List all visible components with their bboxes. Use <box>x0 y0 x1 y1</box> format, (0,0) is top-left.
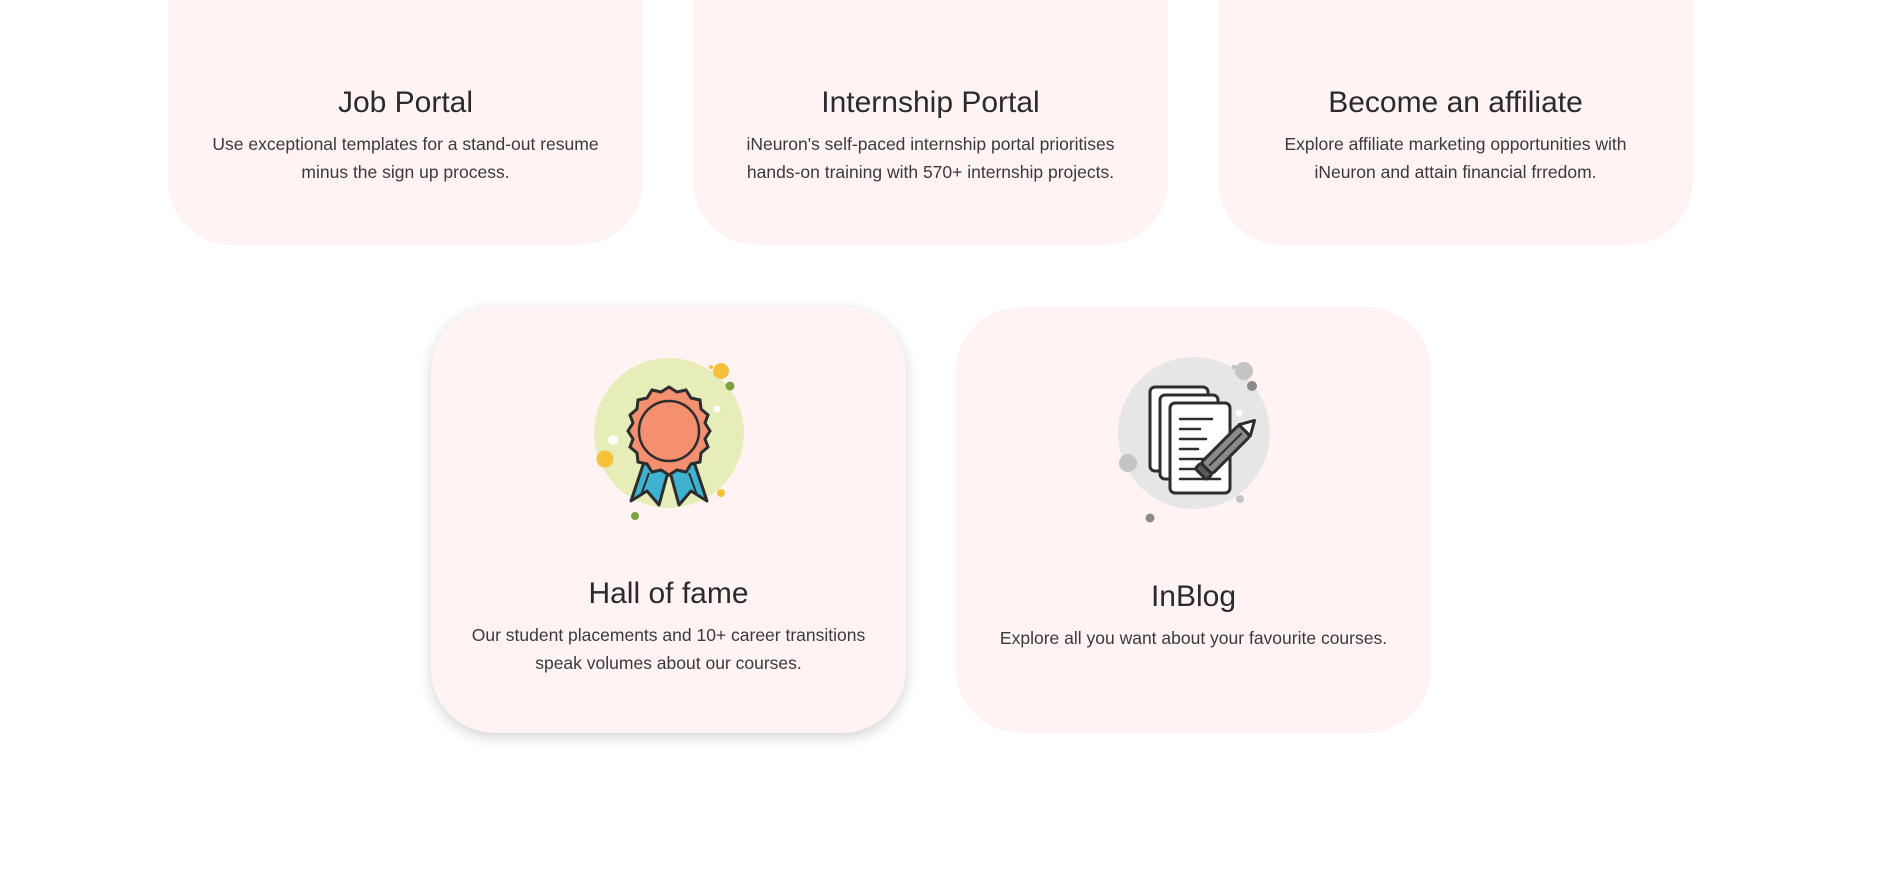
card-title: Hall of fame <box>588 577 749 610</box>
card-description: Our student placements and 10+ career tr… <box>471 625 866 673</box>
documents-pencil-icon <box>1094 353 1294 533</box>
award-ribbon-icon <box>569 353 769 533</box>
card-title: Job Portal <box>337 86 474 119</box>
card-become-affiliate[interactable]: Become an affiliate Explore affiliate ma… <box>1218 0 1693 245</box>
card-internship-portal[interactable]: Internship Portal iNeuron's self-paced i… <box>693 0 1168 245</box>
affiliate-icon <box>1356 0 1556 30</box>
card-description: Use exceptional templates for a stand-ou… <box>212 134 599 182</box>
card-inblog[interactable]: InBlog Explore all you want about your f… <box>956 307 1431 733</box>
job-portal-icon <box>306 0 506 30</box>
card-title: InBlog <box>1150 580 1237 613</box>
card-description: iNeuron's self-paced internship portal p… <box>746 134 1115 182</box>
card-title: Become an affiliate <box>1328 86 1583 119</box>
card-description: Explore affiliate marketing opportunitie… <box>1284 134 1627 182</box>
internship-portal-icon <box>831 0 1031 30</box>
card-title: Internship Portal <box>821 86 1040 119</box>
card-hall-of-fame[interactable]: Hall of fame Our student placements and … <box>431 307 906 733</box>
card-description: Explore all you want about your favourit… <box>999 628 1388 648</box>
card-job-portal[interactable]: Job Portal Use exceptional templates for… <box>168 0 643 245</box>
